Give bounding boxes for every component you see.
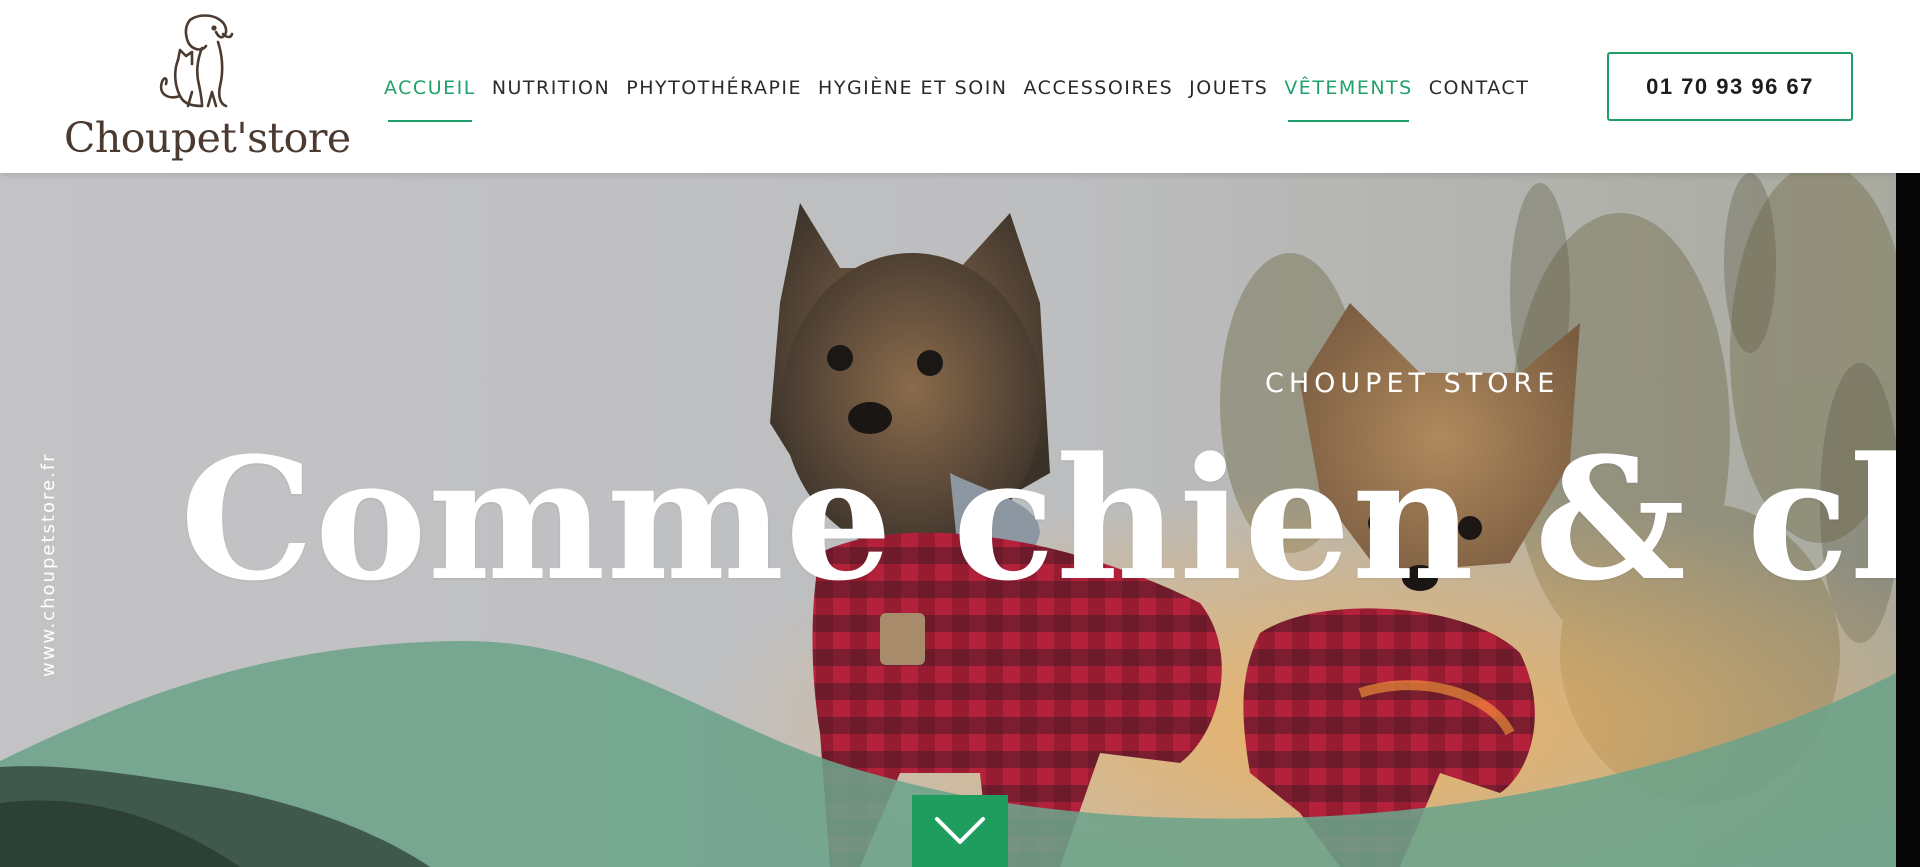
nav-item-accessoires[interactable]: ACCESSOIRES — [1024, 76, 1174, 100]
nav-active-underline — [1288, 120, 1409, 122]
site-header: Choupet'store ACCUEIL NUTRITION PHYTOTHÉ… — [0, 0, 1920, 173]
nav-item-label: VÊTEMENTS — [1284, 77, 1413, 99]
phone-button[interactable]: 01 70 93 96 67 — [1607, 52, 1853, 121]
hero-title: Comme chien & chat ! — [180, 420, 1896, 618]
nav-item-jouets[interactable]: JOUETS — [1189, 76, 1268, 100]
chevron-down-icon — [935, 817, 985, 844]
brand-logo-link[interactable]: Choupet'store — [62, 12, 351, 162]
nav-item-label: ACCESSOIRES — [1023, 77, 1174, 99]
nav-item-label: JOUETS — [1189, 77, 1269, 99]
nav-item-vetements[interactable]: VÊTEMENTS — [1284, 76, 1413, 122]
nav-item-nutrition[interactable]: NUTRITION — [492, 76, 610, 100]
nav-item-phytotherapie[interactable]: PHYTOTHÉRAPIE — [626, 76, 802, 100]
page-edge-bar — [1896, 173, 1920, 867]
main-navigation: ACCUEIL NUTRITION PHYTOTHÉRAPIE HYGIÈNE … — [384, 76, 1545, 122]
nav-item-label: NUTRITION — [491, 77, 611, 99]
side-url-container: www.choupetstore.fr — [38, 445, 62, 677]
nav-item-label: CONTACT — [1428, 77, 1530, 99]
brand-name: Choupet'store — [64, 114, 351, 162]
nav-item-hygiene-et-soin[interactable]: HYGIÈNE ET SOIN — [818, 76, 1007, 100]
scroll-down-button[interactable] — [912, 795, 1008, 867]
nav-item-label: ACCUEIL — [384, 77, 476, 99]
nav-item-contact[interactable]: CONTACT — [1429, 76, 1530, 100]
hero-kicker: CHOUPET STORE — [1265, 368, 1560, 399]
nav-item-label: HYGIÈNE ET SOIN — [818, 77, 1008, 99]
nav-item-label: PHYTOTHÉRAPIE — [626, 77, 803, 99]
nav-active-underline — [388, 120, 472, 122]
hero-banner: www.choupetstore.fr CHOUPET STORE Comme … — [0, 173, 1896, 867]
side-url-text: www.choupetstore.fr — [38, 452, 59, 677]
dog-cat-logo-icon — [159, 14, 234, 108]
nav-item-accueil[interactable]: ACCUEIL — [384, 76, 476, 122]
